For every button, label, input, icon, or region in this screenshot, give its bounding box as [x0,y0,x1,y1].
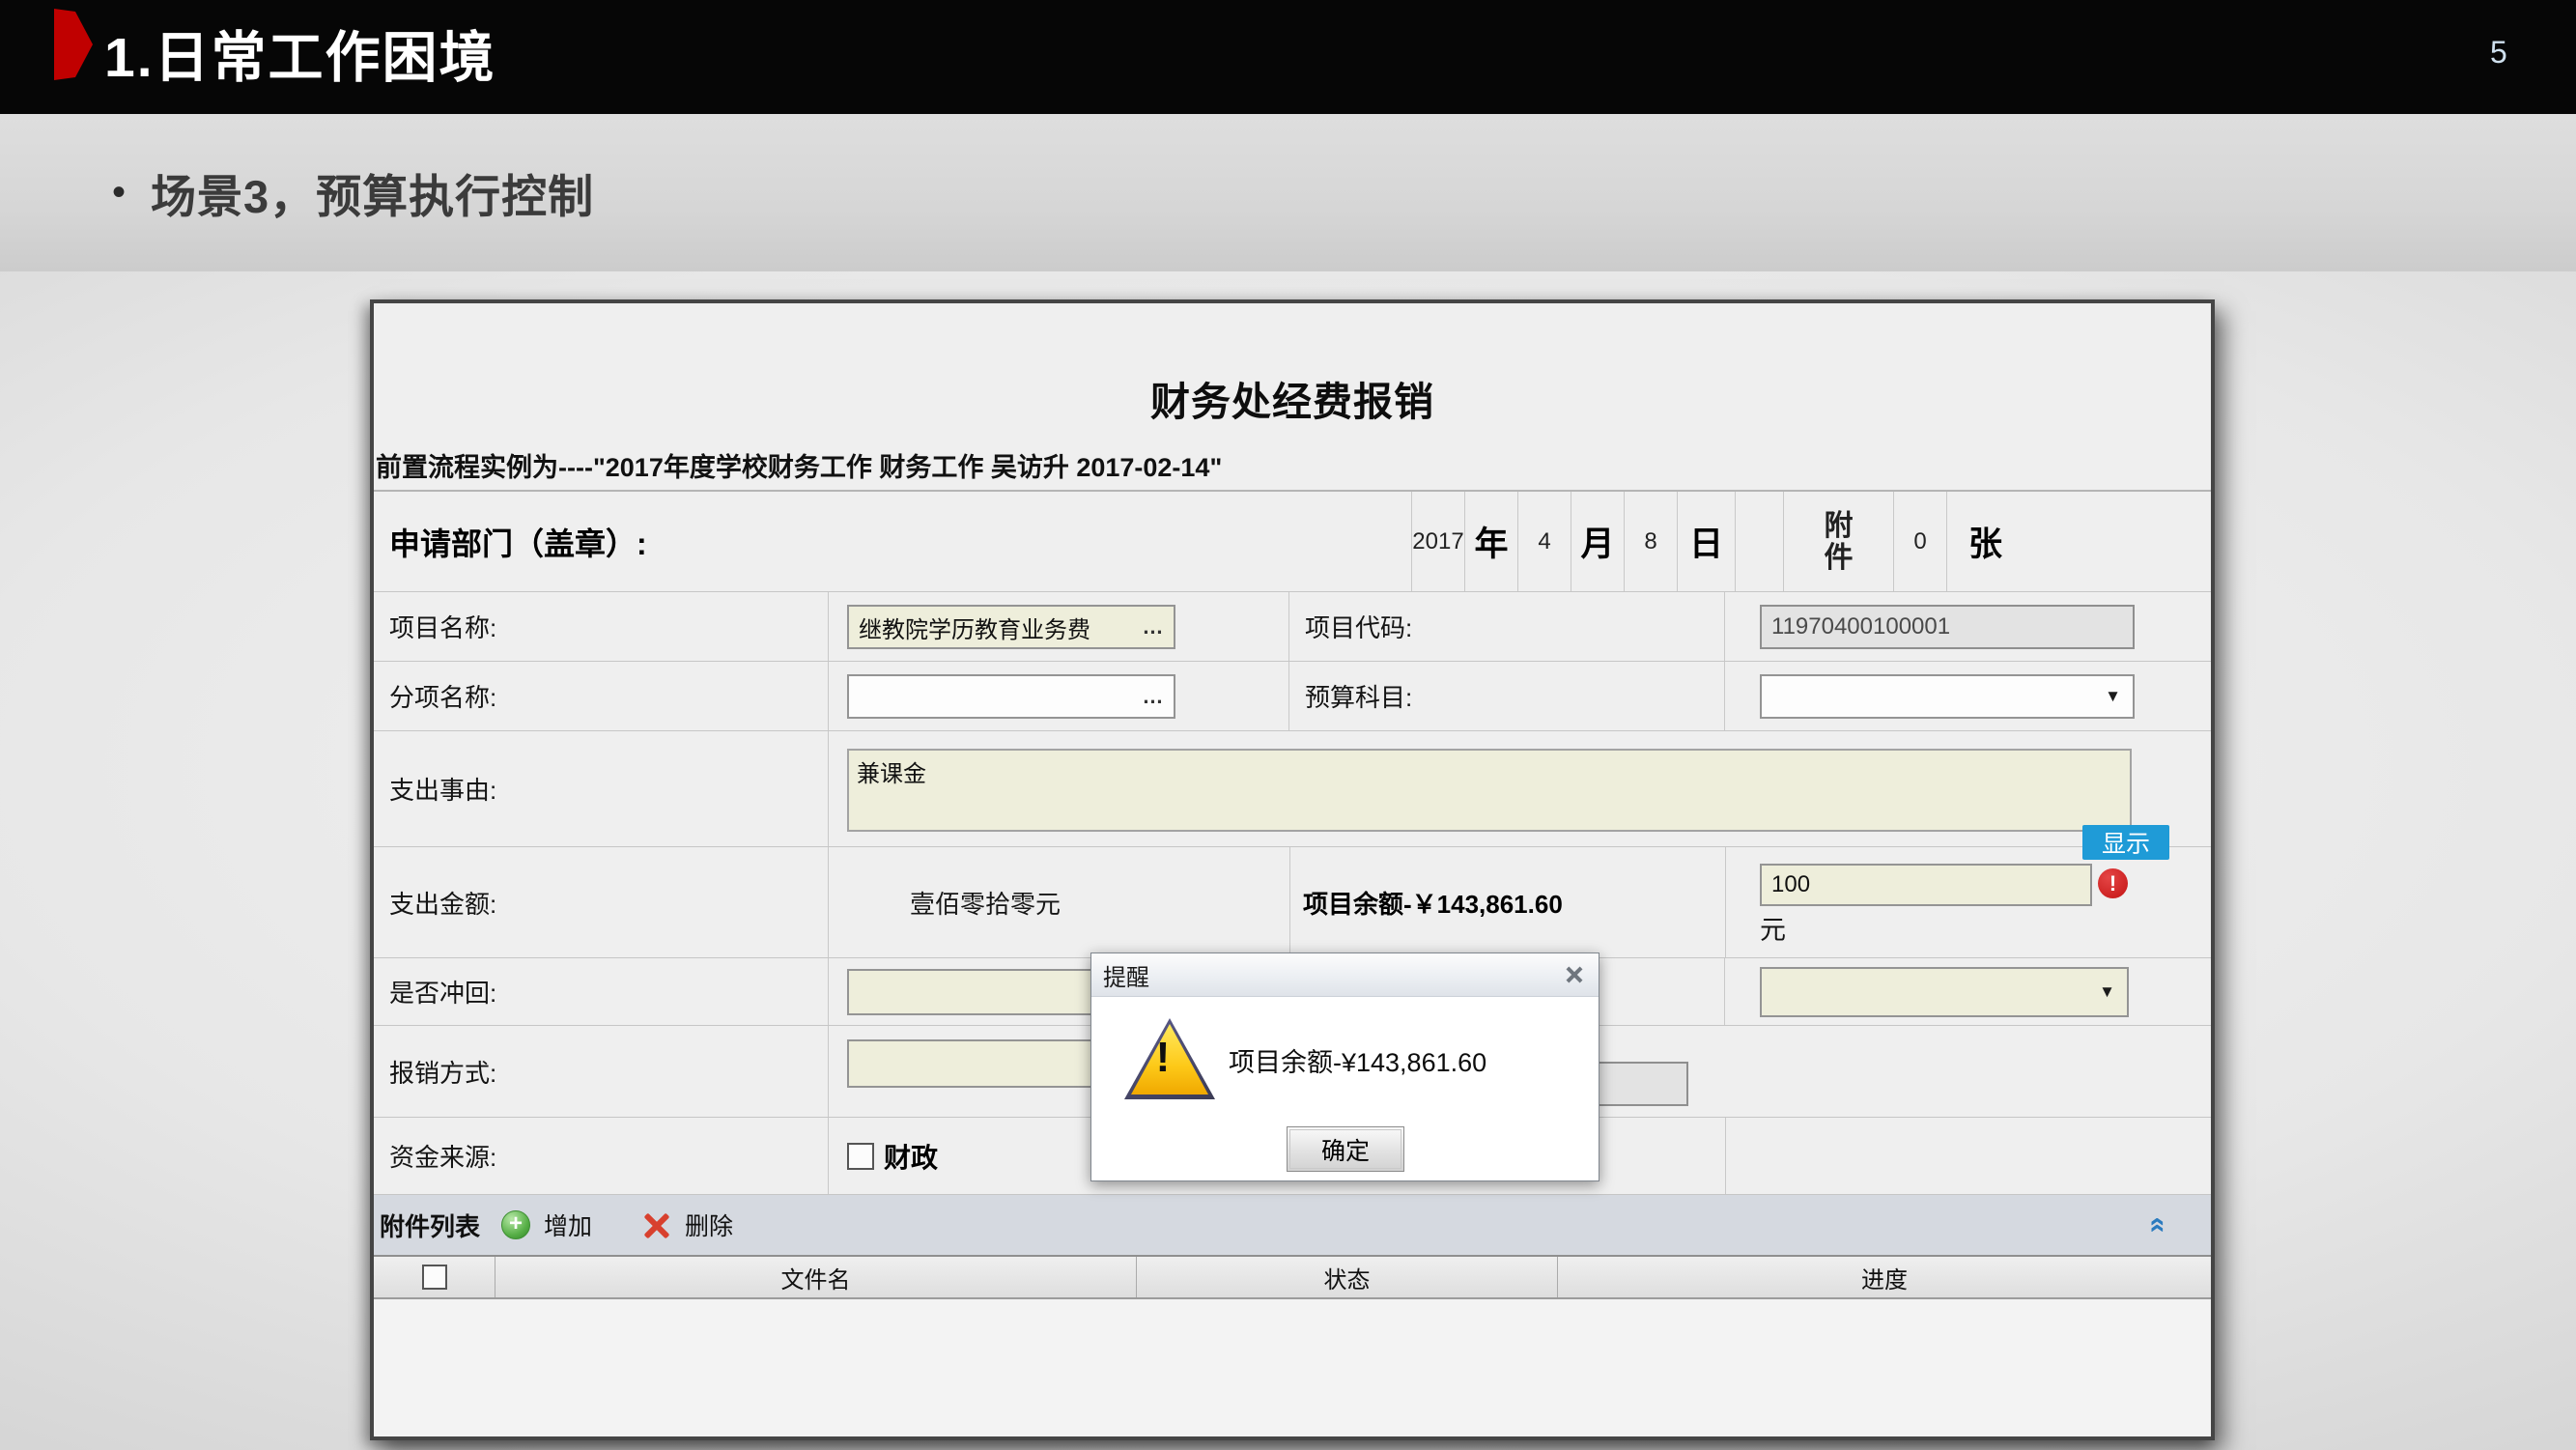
delete-attachment-button[interactable]: 删除 [642,1208,733,1242]
dialog-body: ! 项目余额-¥143,861.60 确定 [1091,997,1599,1181]
chevron-down-icon: ▼ [2105,687,2121,706]
red-flag-icon [54,9,93,80]
show-button[interactable]: 显示 [2082,825,2169,860]
delete-button-label: 删除 [685,1208,733,1242]
error-icon: ! [2098,868,2128,898]
dialog-message: 项目余额-¥143,861.60 [1229,997,1486,1123]
project-balance-text: 项目余额-￥143,861.60 [1303,847,1563,957]
slide-subtitle: 场景3，预算执行控制 [151,159,594,226]
year-unit-cell: 年 [1464,492,1517,591]
sub-item-picker-button[interactable]: … [1137,682,1170,711]
delete-icon [642,1210,671,1239]
write-back-label: 是否冲回: [374,958,828,1025]
project-row: 项目名称: … 项目代码: [374,592,2211,662]
slide: 1.日常工作困境 5 • 场景3，预算执行控制 财务处经费报销 前置流程实例为-… [0,0,2576,1450]
attachment-label: 附件 [1825,510,1854,574]
chevron-down-icon: ▼ [2099,982,2115,1002]
form-canvas: 财务处经费报销 前置流程实例为----"2017年度学校财务工作 财务工作 吴访… [374,303,2211,1436]
apply-dept-label: 申请部门（盖章）: [374,492,1411,591]
attachment-table-header: 文件名 状态 进度 [374,1257,2211,1299]
column-header-filename[interactable]: 文件名 [495,1257,1137,1297]
sub-item-input[interactable] [847,674,1175,719]
reimbursement-form-window: 财务处经费报销 前置流程实例为----"2017年度学校财务工作 财务工作 吴访… [370,299,2215,1440]
dialog-titlebar[interactable]: 提醒 [1091,953,1599,997]
expense-amount-label: 支出金额: [374,847,828,957]
expense-amount-input[interactable] [1760,864,2092,906]
year-value-cell: 2017 [1411,492,1464,591]
amount-unit-label: 元 [1760,909,1786,947]
project-code-input[interactable] [1760,605,2135,649]
project-name-input[interactable] [847,605,1175,649]
date-spacer-cell [1735,492,1783,591]
reminder-dialog: 提醒 ! 项目余额-¥143,861.60 确定 [1090,952,1599,1181]
expense-amount-row: 支出金额: 壹佰零拾零元 项目余额-￥143,861.60 ! 元 [374,847,2211,958]
attachment-list-empty-area [374,1299,2211,1436]
close-icon[interactable] [1562,964,1587,985]
expense-reason-row: 支出事由: 兼课金 [374,731,2211,847]
column-header-progress[interactable]: 进度 [1558,1257,2211,1297]
write-back-dropdown[interactable]: ▼ [1760,967,2129,1017]
bullet-icon: • [112,171,126,214]
select-all-checkbox[interactable] [422,1265,447,1290]
month-value-cell: 4 [1517,492,1571,591]
slide-header-bar: 1.日常工作困境 5 [0,0,2576,114]
pre-process-line: 前置流程实例为----"2017年度学校财务工作 财务工作 吴访升 2017-0… [376,446,1222,484]
divider [1725,1118,1726,1194]
month-unit-cell: 月 [1571,492,1624,591]
warning-icon: ! [1124,1018,1215,1099]
divider [1725,847,1726,957]
collapse-icon[interactable]: « [2142,1217,2175,1234]
fund-source-label: 资金来源: [374,1118,828,1194]
add-button-label: 增加 [544,1208,592,1242]
sub-item-label: 分项名称: [374,662,828,730]
fund-source-option-label: 财政 [884,1137,938,1176]
slide-title: 1.日常工作困境 [104,14,496,93]
attachment-label-cell: 附件 [1783,492,1893,591]
budget-subject-dropdown[interactable]: ▼ [1760,674,2135,719]
project-name-label: 项目名称: [374,592,828,661]
form-title: 财务处经费报销 [374,369,2211,427]
add-attachment-button[interactable]: + 增加 [501,1208,592,1242]
add-icon: + [501,1210,530,1239]
amount-in-words: 壹佰零拾零元 [910,847,1061,957]
column-header-status[interactable]: 状态 [1137,1257,1558,1297]
select-all-cell [374,1257,495,1297]
attachment-count-cell: 0 [1893,492,1946,591]
ok-button[interactable]: 确定 [1287,1126,1404,1172]
apply-dept-row: 申请部门（盖章）: 2017 年 4 月 8 日 附件 0 张 [374,492,2211,592]
day-unit-cell: 日 [1677,492,1735,591]
attachment-toolbar: 附件列表 + 增加 删除 « [374,1195,2211,1257]
fund-source-checkbox[interactable] [847,1143,874,1170]
day-value-cell: 8 [1624,492,1677,591]
divider [1289,847,1290,957]
slide-subtitle-bar: • 场景3，预算执行控制 [0,114,2576,271]
reimburse-method-label: 报销方式: [374,1026,828,1117]
project-code-label: 项目代码: [1288,592,1724,661]
reimburse-method-secondary-input[interactable] [1586,1062,1688,1106]
attachment-section-title: 附件列表 [380,1208,480,1243]
sub-item-row: 分项名称: … 预算科目: ▼ [374,662,2211,731]
expense-reason-label: 支出事由: [374,731,828,846]
budget-subject-label: 预算科目: [1288,662,1724,730]
page-number: 5 [2490,35,2507,71]
project-name-picker-button[interactable]: … [1137,612,1170,641]
attachment-unit-cell: 张 [1946,492,2211,591]
dialog-title: 提醒 [1103,958,1562,992]
expense-reason-textarea[interactable]: 兼课金 [847,749,2132,832]
